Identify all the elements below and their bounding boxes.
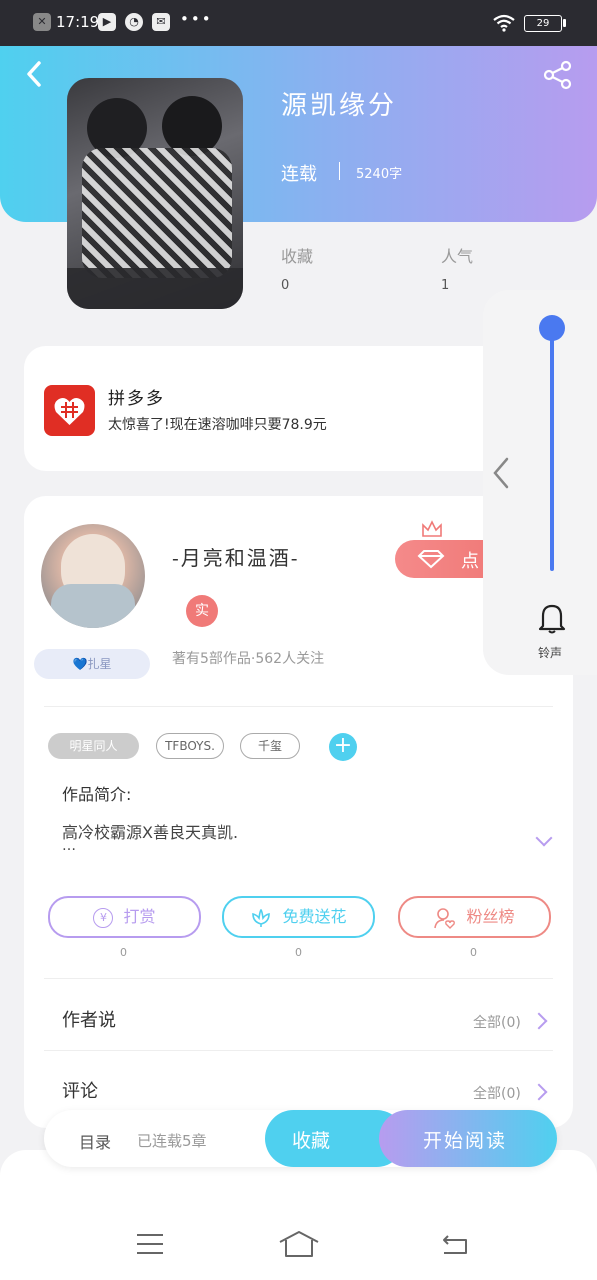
menu-nav-icon[interactable]	[135, 1232, 165, 1256]
wifi-icon	[493, 14, 515, 32]
synopsis-ellipsis: …	[62, 838, 76, 854]
yen-icon: ¥	[93, 907, 114, 928]
reward-button[interactable]: ¥ 打赏	[48, 896, 201, 938]
mail-app-icon: ✉	[152, 13, 170, 31]
crown-icon	[422, 520, 442, 537]
collapse-arrow-icon[interactable]	[490, 456, 512, 490]
vip-button-label: 点	[461, 551, 479, 572]
author-avatar[interactable]	[41, 524, 145, 628]
battery-tip	[563, 19, 566, 27]
author-name[interactable]: -月亮和温酒-	[172, 542, 300, 571]
ringtone-label: 铃声	[538, 646, 563, 660]
fan-count: 0	[470, 946, 477, 959]
reward-label: 打赏	[123, 907, 156, 926]
reward-count: 0	[120, 946, 127, 959]
start-reading-label: 开始阅读	[423, 1130, 508, 1152]
tag-item[interactable]: 明星同人	[48, 733, 139, 759]
volume-slider-handle[interactable]	[539, 315, 565, 341]
more-notifications: •••	[180, 10, 213, 28]
tag-item[interactable]: 千玺	[240, 733, 300, 759]
author-notes-title: 作者说	[62, 1010, 116, 1031]
serial-progress: 已连载5章	[137, 1132, 207, 1150]
fan-ranking-label: 粉丝榜	[466, 907, 515, 926]
verified-badge: 实	[186, 595, 218, 627]
comments-link[interactable]: 全部(0)	[473, 1083, 521, 1103]
battery-indicator: 29	[524, 15, 562, 32]
comments-title[interactable]: 评论	[62, 1077, 98, 1103]
send-flower-button[interactable]: 免费送花	[222, 896, 375, 938]
status-divider	[339, 162, 340, 180]
ad-brand: 拼多多	[108, 389, 165, 409]
fan-ranking-button[interactable]: 粉丝榜	[398, 896, 551, 938]
video-app-icon: ▶	[98, 13, 116, 31]
gauge-app-icon: ◔	[125, 13, 143, 31]
vip-button[interactable]: 点	[395, 540, 495, 578]
synopsis-label: 作品简介:	[62, 785, 132, 804]
fan-badge: 💙扎星	[34, 649, 150, 679]
bottom-sheet	[0, 1150, 597, 1280]
popularity-count: 1	[441, 278, 450, 293]
volume-slider-track[interactable]	[550, 328, 554, 571]
share-icon[interactable]	[542, 60, 574, 90]
author-meta: 著有5部作品·562人关注	[172, 651, 325, 667]
bell-icon[interactable]	[538, 602, 566, 634]
add-to-favorites-label: 收藏	[292, 1130, 331, 1152]
divider	[44, 978, 553, 979]
synopsis-text: 高冷校霸源X善良天真凯.	[62, 823, 239, 842]
book-status: 连载	[281, 164, 317, 185]
flower-count: 0	[295, 946, 302, 959]
word-count: 5240字	[356, 167, 403, 182]
diamond-icon	[417, 550, 445, 569]
add-tag-button[interactable]: +	[329, 733, 357, 761]
book-title: 源凯缘分	[281, 91, 398, 121]
status-bar: ✕ 17:19 ▶ ◔ ✉ ••• 29	[0, 0, 597, 46]
tag-item[interactable]: TFBOYS.	[156, 733, 224, 759]
start-reading-button[interactable]: 开始阅读	[379, 1110, 557, 1167]
back-arrow-icon[interactable]	[24, 60, 44, 88]
send-flower-label: 免费送花	[282, 907, 347, 926]
favorites-label: 收藏	[281, 247, 314, 266]
favorites-count: 0	[281, 278, 290, 293]
divider	[44, 706, 553, 707]
close-app-icon: ✕	[33, 13, 51, 31]
popularity-label: 人气	[441, 247, 474, 266]
pinduoduo-logo-icon	[44, 385, 95, 436]
table-of-contents-button[interactable]: 目录	[79, 1129, 111, 1153]
back-nav-icon[interactable]	[440, 1232, 470, 1256]
book-cover[interactable]	[67, 78, 243, 309]
divider	[44, 1050, 553, 1051]
ad-text: 太惊喜了!现在速溶咖啡只要78.9元	[108, 417, 327, 433]
user-heart-icon	[434, 907, 456, 929]
flower-icon	[252, 908, 271, 927]
author-notes-link[interactable]: 全部(0)	[473, 1012, 521, 1032]
status-time: 17:19	[56, 13, 100, 31]
home-nav-icon[interactable]	[278, 1230, 320, 1258]
